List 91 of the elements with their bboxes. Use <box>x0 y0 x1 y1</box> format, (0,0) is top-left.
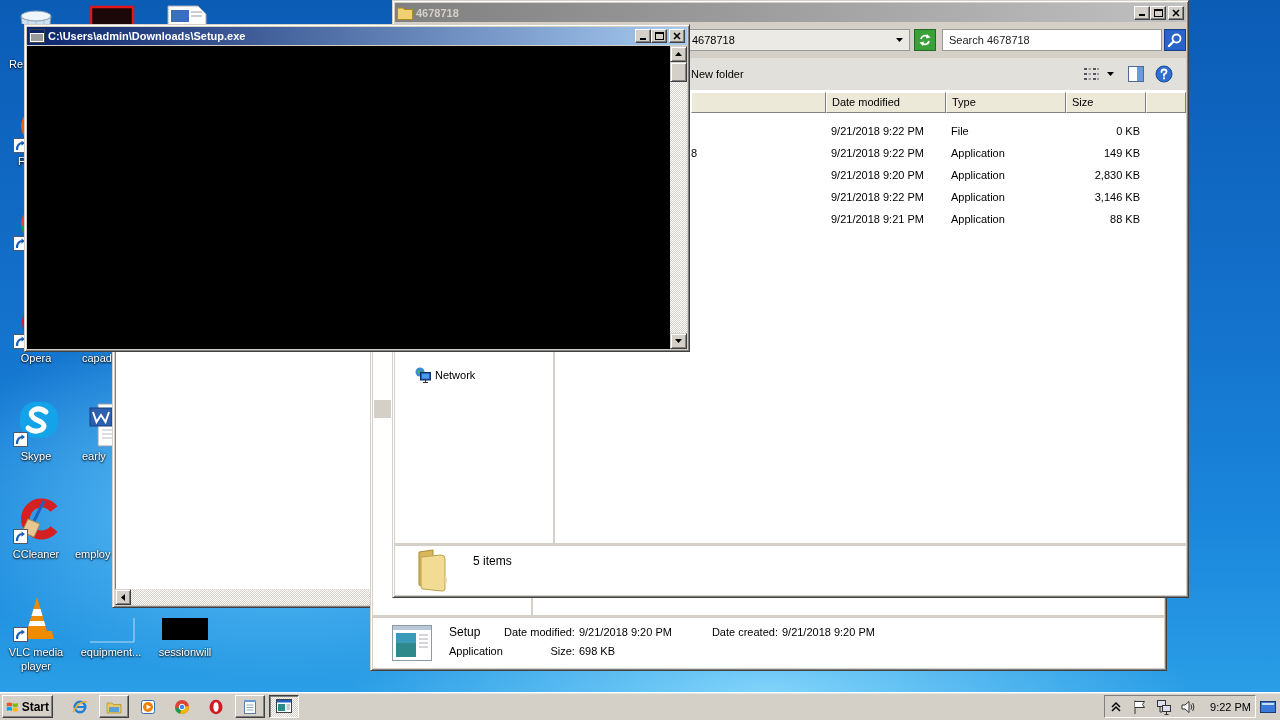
icon-label[interactable]: Re <box>9 57 24 71</box>
table-cell: 0 KB <box>1116 125 1140 137</box>
show-desktop-icon[interactable] <box>1260 699 1276 714</box>
window-title: C:\Users\admin\Downloads\Setup.exe <box>48 30 247 42</box>
browser-icon <box>174 698 190 715</box>
column-header[interactable] <box>691 92 826 113</box>
property-value: 9/21/2018 9:20 PM <box>781 625 875 640</box>
table-cell: 88 KB <box>1110 213 1140 225</box>
icon-label[interactable]: Opera <box>20 351 52 365</box>
folder-icon <box>415 549 449 592</box>
horizontal-scrollbar[interactable] <box>115 589 371 605</box>
scrollbar-thumb[interactable] <box>670 62 687 82</box>
speaker-icon[interactable] <box>1180 698 1196 715</box>
close-button[interactable] <box>669 29 685 43</box>
preview-pane-button[interactable] <box>1126 64 1146 84</box>
preview-pane-icon <box>1128 66 1144 82</box>
search-field[interactable]: Search 4678718 <box>942 29 1162 51</box>
column-header[interactable]: Type <box>946 92 1066 113</box>
icon-label[interactable]: Skype <box>20 449 52 463</box>
taskbar-button[interactable] <box>269 695 299 718</box>
left-arrow-icon <box>121 593 125 601</box>
notepad-icon <box>242 698 258 715</box>
item-count: 5 items <box>473 554 512 568</box>
media-play-icon <box>140 698 156 715</box>
maximize-icon <box>654 32 664 40</box>
scrollbar-thumb[interactable] <box>374 400 391 418</box>
refresh-icon <box>917 32 933 48</box>
table-cell: 3,146 KB <box>1094 191 1140 203</box>
toolbar-button[interactable]: New folder <box>691 65 748 83</box>
property-label: Date modified: <box>504 625 575 640</box>
property-value: 9/21/2018 9:20 PM <box>578 625 672 640</box>
scroll-down-button[interactable] <box>670 333 687 349</box>
browser-icon <box>72 698 88 715</box>
close-icon <box>673 32 681 40</box>
scroll-up-button[interactable] <box>670 46 687 62</box>
caret-icon <box>1107 72 1114 76</box>
table-cell: 9/21/2018 9:21 PM <box>831 213 924 225</box>
maximize-button[interactable] <box>651 29 667 43</box>
down-arrow-icon <box>675 339 682 343</box>
column-header[interactable]: Date modified <box>826 92 946 113</box>
table-cell: File <box>951 125 969 137</box>
close-icon <box>1172 8 1180 17</box>
table-cell: 149 KB <box>1103 147 1140 159</box>
file-name: Setup <box>449 624 481 641</box>
table-cell: 9/21/2018 9:22 PM <box>831 191 924 203</box>
refresh-button[interactable] <box>914 29 936 51</box>
file-type: Application <box>449 644 503 659</box>
address-bar[interactable]: 4678718 <box>688 29 910 51</box>
view-icon <box>1083 67 1099 81</box>
flag-icon[interactable] <box>1132 698 1148 715</box>
ring-logo-icon <box>208 698 224 715</box>
table-cell: Application <box>951 213 1005 225</box>
table-cell: Application <box>951 147 1005 159</box>
view-menu-button[interactable] <box>1105 70 1116 78</box>
search-icon <box>1167 32 1183 48</box>
property-label: Size: <box>550 644 575 659</box>
s-logo-icon[interactable] <box>12 400 60 448</box>
window-title: 4678718 <box>416 6 460 19</box>
vertical-scrollbar[interactable] <box>670 46 687 349</box>
table-cell: 8 <box>691 147 698 159</box>
table-cell: 9/21/2018 9:22 PM <box>831 147 924 159</box>
minimize-button[interactable] <box>635 29 651 43</box>
network-icon[interactable] <box>1156 698 1172 715</box>
help-button[interactable] <box>1153 63 1175 85</box>
application-icon <box>392 625 432 661</box>
table-cell: Application <box>951 169 1005 181</box>
help-icon <box>1155 65 1173 83</box>
start-button[interactable]: Start <box>2 695 53 718</box>
property-value: 698 KB <box>578 644 616 659</box>
folder-icon <box>397 5 413 20</box>
network-icon <box>415 367 431 383</box>
console-icon <box>29 29 45 43</box>
breadcrumb-item[interactable]: 4678718 <box>692 34 735 46</box>
icon-label[interactable]: F <box>18 154 25 168</box>
table-cell: 2,830 KB <box>1094 169 1140 181</box>
search-button[interactable] <box>1164 29 1186 51</box>
brush-logo-icon[interactable] <box>12 497 60 545</box>
view-button[interactable] <box>1081 65 1101 83</box>
table-cell: Application <box>951 191 1005 203</box>
table-cell: 9/21/2018 9:22 PM <box>831 125 924 137</box>
nav-item[interactable]: Network <box>415 367 476 383</box>
caret-icon[interactable] <box>896 38 903 42</box>
window-icon <box>276 698 292 715</box>
table-cell: 9/21/2018 9:20 PM <box>831 169 924 181</box>
maximize-icon <box>1153 8 1163 17</box>
icon-label[interactable]: capad <box>82 351 112 365</box>
up-arrow-icon <box>675 52 682 56</box>
property-label: Date created: <box>711 625 778 640</box>
clock[interactable]: 9:22 PM <box>1210 700 1251 713</box>
column-header[interactable]: Size <box>1066 92 1146 113</box>
scroll-left-button[interactable] <box>115 589 131 605</box>
